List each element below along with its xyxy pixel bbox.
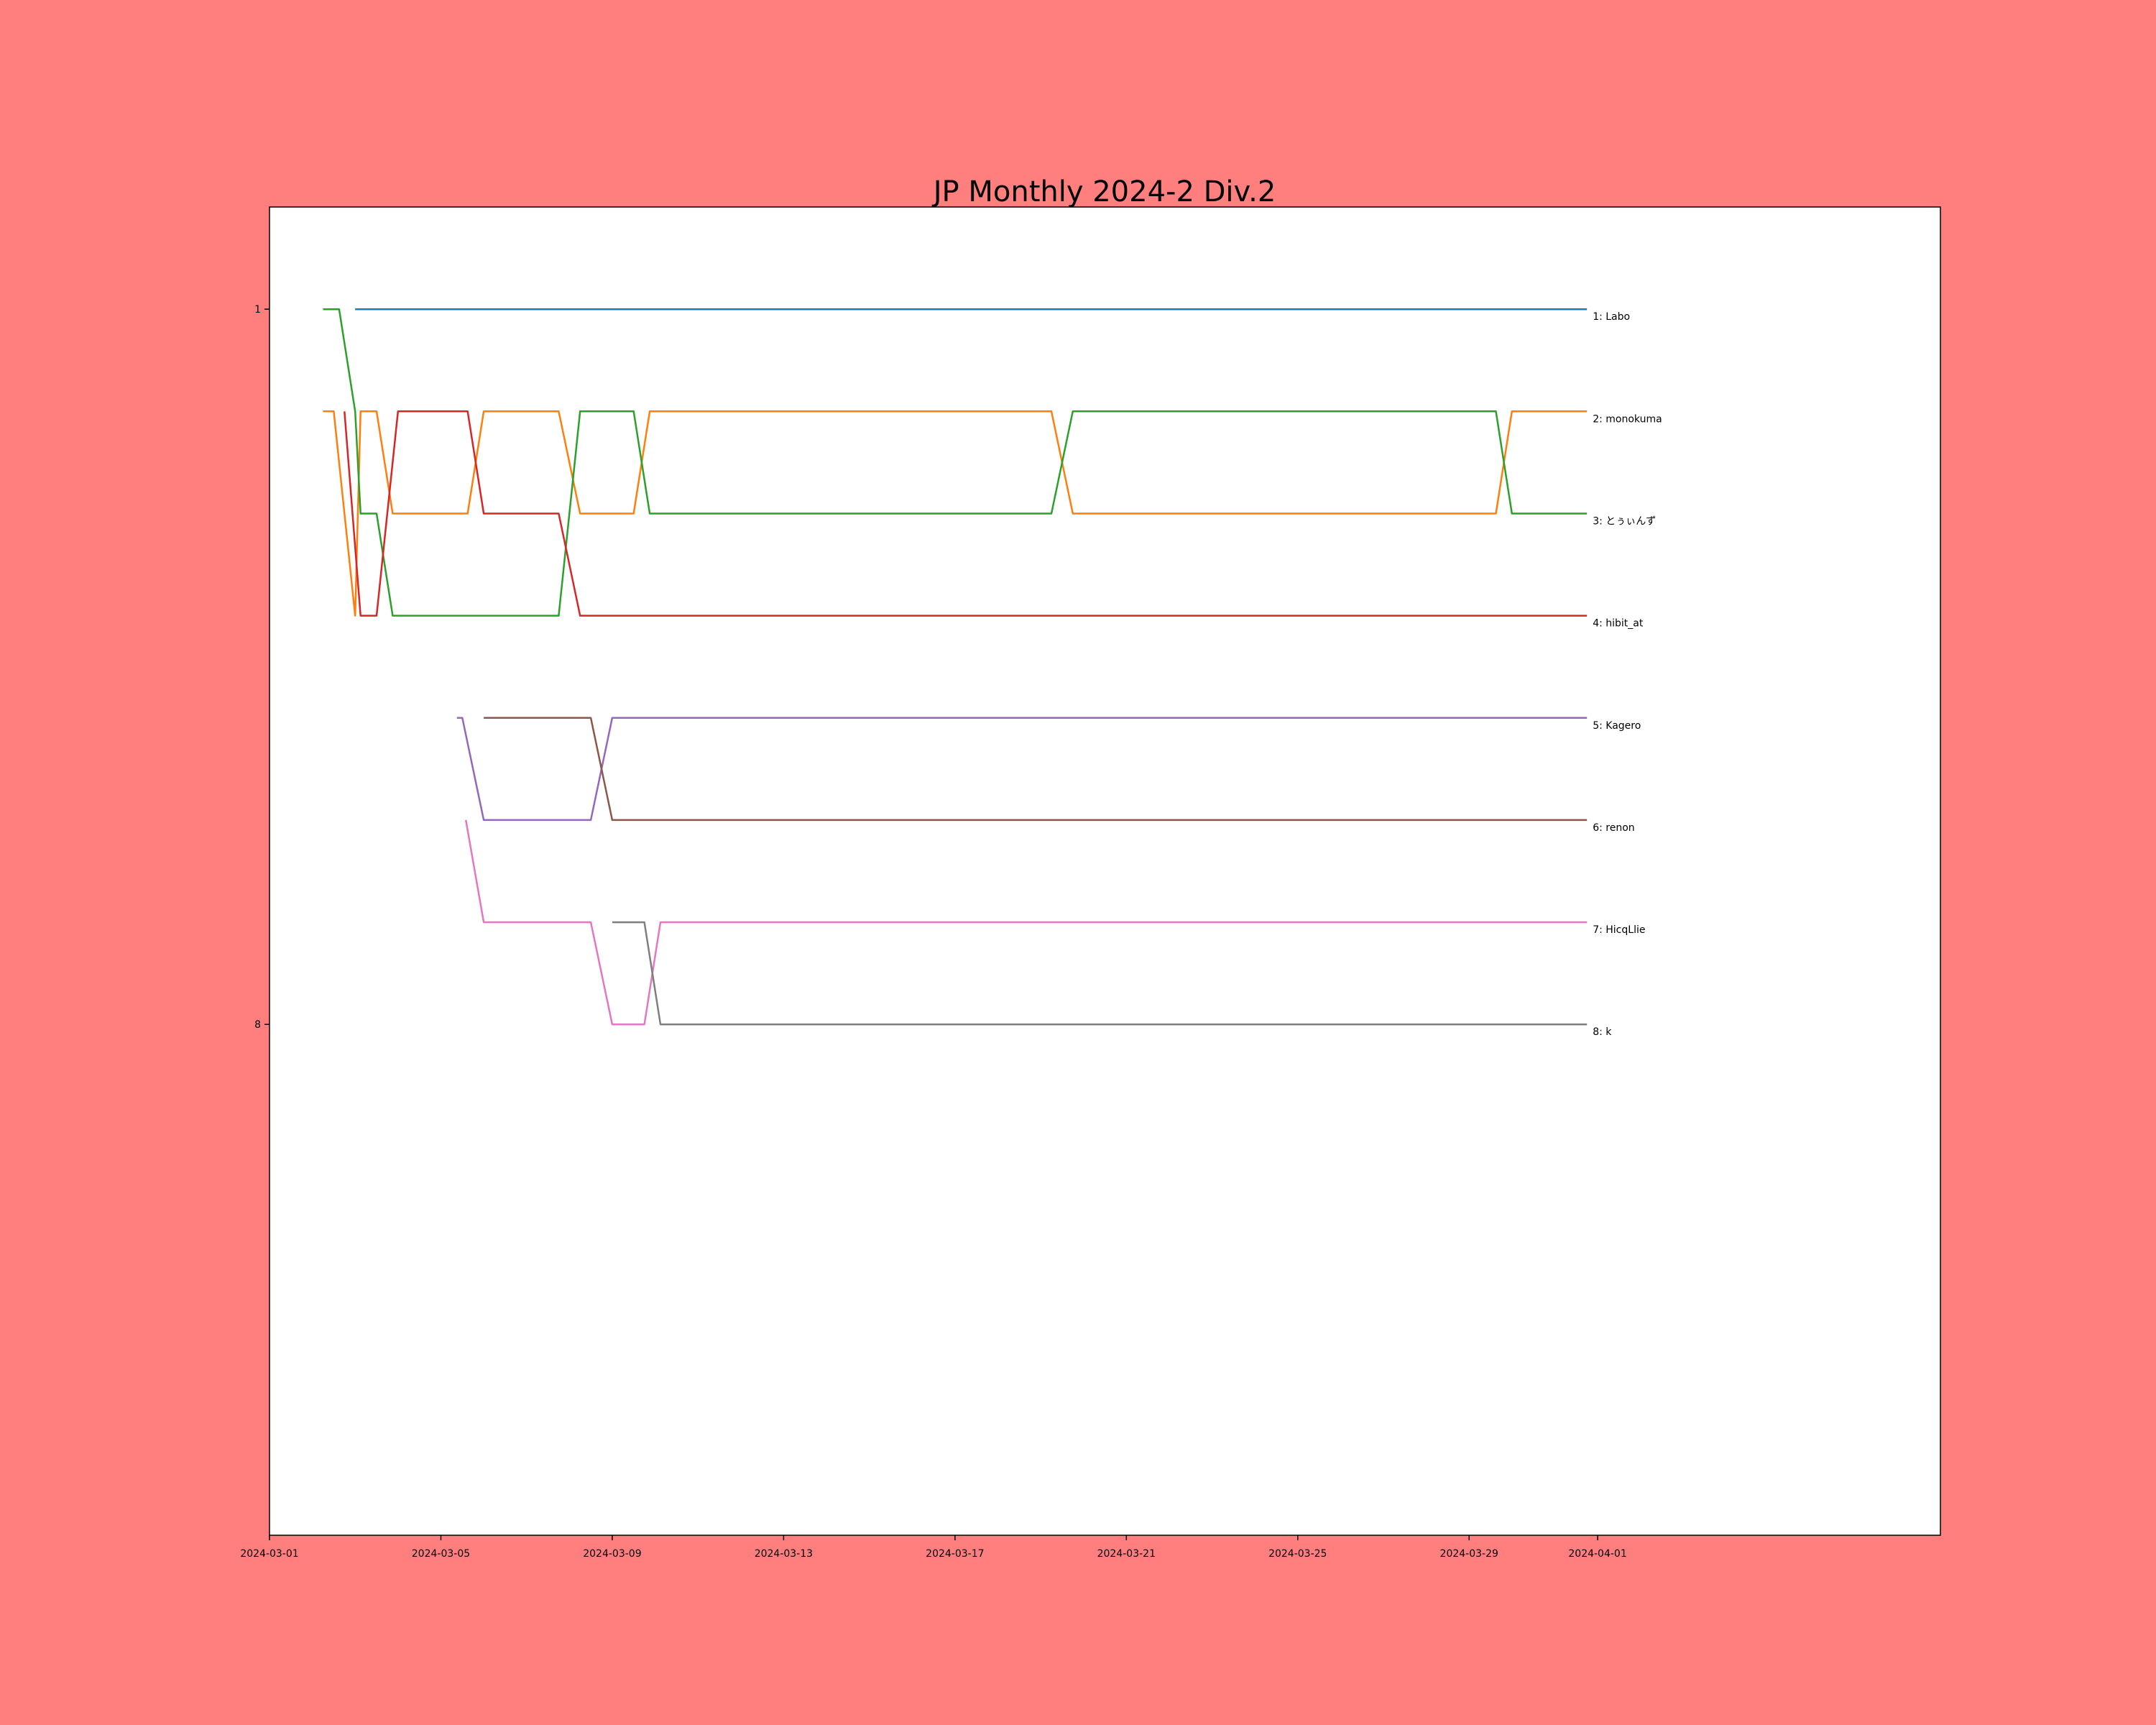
series-3-end-label: 3: とぅぃんず xyxy=(1593,516,1656,528)
y-tick-label-2: 8 xyxy=(254,1019,261,1031)
x-tick-label-5: 2024-03-17 xyxy=(926,1548,984,1560)
x-tick-label-9: 2024-04-01 xyxy=(1568,1548,1626,1560)
series-4-end-label: 4: hibit_at xyxy=(1593,618,1644,630)
chart: JP Monthly 2024-2 Div.2 1: Labo 2: monoku… xyxy=(0,0,2156,1725)
y-tick-label-1: 1 xyxy=(254,304,261,316)
x-tick-label-2: 2024-03-05 xyxy=(412,1548,470,1560)
series-6-end-label: 6: renon xyxy=(1593,822,1634,834)
x-tick-label-8: 2024-03-29 xyxy=(1440,1548,1498,1560)
x-tick-label-3: 2024-03-09 xyxy=(583,1548,641,1560)
x-tick-label-7: 2024-03-25 xyxy=(1268,1548,1327,1560)
series-5-end-label: 5: Kagero xyxy=(1593,720,1641,732)
chart-title: JP Monthly 2024-2 Div.2 xyxy=(931,175,1276,208)
series-2-end-label: 2: monokuma xyxy=(1593,413,1662,425)
series-1-end-label: 1: Labo xyxy=(1593,311,1630,323)
plot-area xyxy=(270,207,1940,1535)
series-8-end-label: 8: k xyxy=(1593,1026,1612,1038)
x-tick-label-1: 2024-03-01 xyxy=(240,1548,298,1560)
x-tick-label-4: 2024-03-13 xyxy=(755,1548,813,1560)
x-tick-label-6: 2024-03-21 xyxy=(1097,1548,1156,1560)
series-7-end-label: 7: HicqLlie xyxy=(1593,924,1645,936)
